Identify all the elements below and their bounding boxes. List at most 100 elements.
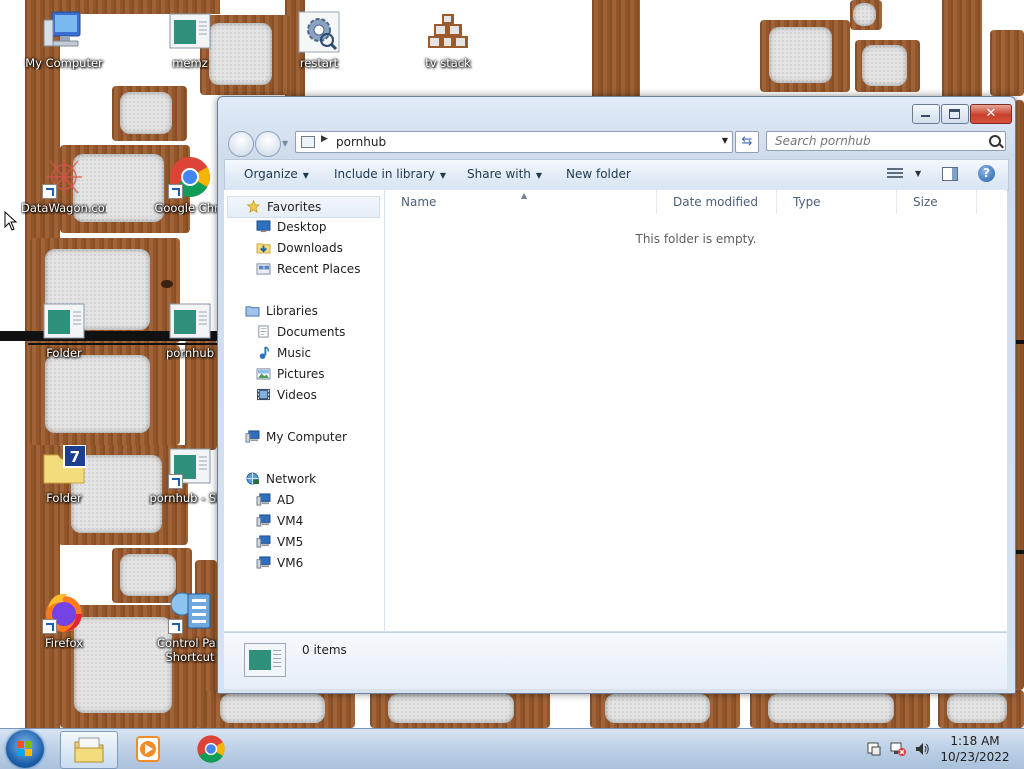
shortcut-arrow-icon (42, 184, 57, 199)
nav-recent-places[interactable]: Recent Places (256, 259, 360, 279)
help-icon[interactable]: ? (978, 165, 995, 182)
forward-button[interactable] (255, 131, 281, 157)
nav-network[interactable]: Network (227, 469, 378, 489)
nav-videos[interactable]: Videos (256, 385, 317, 405)
wallpaper-wood (942, 0, 982, 96)
address-bar[interactable]: ▶ pornhub ▼ (295, 131, 733, 153)
nav-label: VM4 (277, 514, 304, 528)
column-header-name[interactable]: Name ▲ (385, 190, 657, 214)
taskbar-chrome-button[interactable] (184, 731, 240, 767)
desktop-icon-tv-stack[interactable]: tv stack (405, 10, 491, 70)
desktop-icon-memz[interactable]: memz (147, 10, 233, 70)
breadcrumb-pornhub[interactable]: pornhub (336, 135, 386, 149)
desktop-icon-restart[interactable]: restart (276, 10, 362, 70)
organize-label: Organize (244, 167, 298, 181)
organize-button[interactable]: Organize ▼ (244, 160, 309, 190)
nav-my-computer[interactable]: My Computer (227, 427, 378, 447)
nav-label: Libraries (266, 304, 318, 318)
wallpaper-tv (938, 690, 1024, 728)
desktop-icon-folder-7[interactable]: 7 Folder (21, 444, 107, 505)
volume-icon[interactable] (914, 741, 930, 757)
explorer-icon (74, 737, 104, 763)
search-input[interactable] (766, 131, 1006, 151)
music-icon (259, 346, 270, 359)
taskbar-media-player-button[interactable] (122, 731, 178, 767)
wallpaper-tv (855, 40, 920, 92)
nav-favorites[interactable]: Favorites (227, 196, 380, 218)
column-header-date-modified[interactable]: Date modified (657, 190, 777, 214)
nav-network-ad[interactable]: AD (256, 490, 294, 510)
back-button[interactable] (228, 131, 254, 157)
wallpaper-tv (205, 690, 355, 728)
pictures-icon (256, 368, 271, 380)
new-folder-button[interactable]: New folder (566, 160, 631, 188)
nav-downloads[interactable]: Downloads (256, 238, 343, 258)
include-in-library-button[interactable]: Include in library ▼ (334, 160, 446, 190)
desktop-icon-firefox[interactable]: Firefox (21, 590, 107, 650)
minimize-button[interactable] (912, 104, 940, 124)
network-computer-icon (256, 493, 271, 506)
desktop-icon-label: memz (172, 56, 208, 70)
recent-places-icon (256, 263, 271, 275)
desktop-icon (256, 220, 271, 233)
column-header-type[interactable]: Type (777, 190, 897, 214)
shortcut-arrow-icon (168, 474, 183, 489)
view-dropdown-icon[interactable]: ▼ (915, 160, 921, 188)
taskbar-explorer-button[interactable] (60, 731, 118, 769)
window-icon (168, 445, 212, 489)
refresh-button[interactable]: ⇆ (735, 131, 759, 153)
nav-label: VM5 (277, 535, 304, 549)
star-icon (246, 200, 261, 213)
wallpaper-tv (760, 20, 850, 92)
navigation-pane: Favorites Desktop Downloads Recent Place… (224, 190, 385, 631)
nav-network-vm4[interactable]: VM4 (256, 511, 303, 531)
view-options-icon[interactable] (887, 168, 903, 180)
shortcut-arrow-icon (168, 184, 183, 199)
nav-libraries[interactable]: Libraries (227, 301, 378, 321)
nav-network-vm5[interactable]: VM5 (256, 532, 303, 552)
nav-pictures[interactable]: Pictures (256, 364, 325, 384)
desktop-icon-label: My Computer (25, 56, 103, 70)
folder-7-icon: 7 (42, 444, 87, 489)
action-center-icon[interactable] (866, 741, 882, 757)
search-icon[interactable] (989, 135, 1001, 147)
preview-pane-icon[interactable] (942, 167, 958, 181)
address-dropdown-icon[interactable]: ▼ (722, 136, 728, 145)
desktop-icon-datawagon[interactable]: DataWagon.com (21, 155, 107, 215)
nav-label: Network (266, 472, 317, 486)
nav-documents[interactable]: Documents (256, 322, 345, 342)
command-bar: Organize ▼ Include in library ▼ Share with… (224, 159, 1009, 191)
clock[interactable]: 1:18 AM 10/23/2022 (935, 733, 1015, 765)
recent-pages-dropdown-icon[interactable]: ▼ (282, 139, 288, 148)
videos-icon (257, 388, 270, 401)
desktop-icon-label: restart (299, 56, 339, 70)
nav-music[interactable]: Music (256, 343, 311, 363)
column-label: Size (913, 195, 938, 209)
internet-shortcut-icon (42, 155, 86, 199)
nav-label: Videos (277, 388, 317, 402)
start-button[interactable] (6, 730, 44, 768)
shortcut-arrow-icon (168, 619, 183, 634)
explorer-window: ✕ ▼ ▶ pornhub ▼ ⇆ Organize ▼ Include in l… (217, 96, 1016, 694)
documents-icon (258, 325, 269, 338)
svg-text:7: 7 (70, 448, 80, 466)
nav-desktop[interactable]: Desktop (256, 217, 327, 237)
maximize-button[interactable] (941, 104, 969, 124)
desktop-icon-label: Firefox (44, 636, 84, 650)
column-header-size[interactable]: Size (897, 190, 977, 214)
network-computer-icon (256, 556, 271, 569)
desktop-icon-my-computer[interactable]: My Computer (21, 10, 107, 70)
nav-label: Downloads (277, 241, 343, 255)
desktop-icon-folder[interactable]: Folder (21, 300, 107, 360)
wallpaper-tv (30, 345, 180, 445)
shortcut-arrow-icon (42, 619, 57, 634)
share-with-button[interactable]: Share with ▼ (467, 160, 542, 190)
close-button[interactable]: ✕ (970, 104, 1012, 124)
folder-thumbnail-icon (244, 643, 286, 677)
breadcrumb-chevron-icon[interactable]: ▶ (321, 134, 328, 144)
downloads-icon (256, 243, 271, 254)
desktop-icon-label: tv stack (425, 56, 471, 70)
nav-network-vm6[interactable]: VM6 (256, 553, 303, 573)
taskbar: 1:18 AM 10/23/2022 (0, 728, 1024, 769)
network-disconnected-icon[interactable] (890, 741, 906, 757)
